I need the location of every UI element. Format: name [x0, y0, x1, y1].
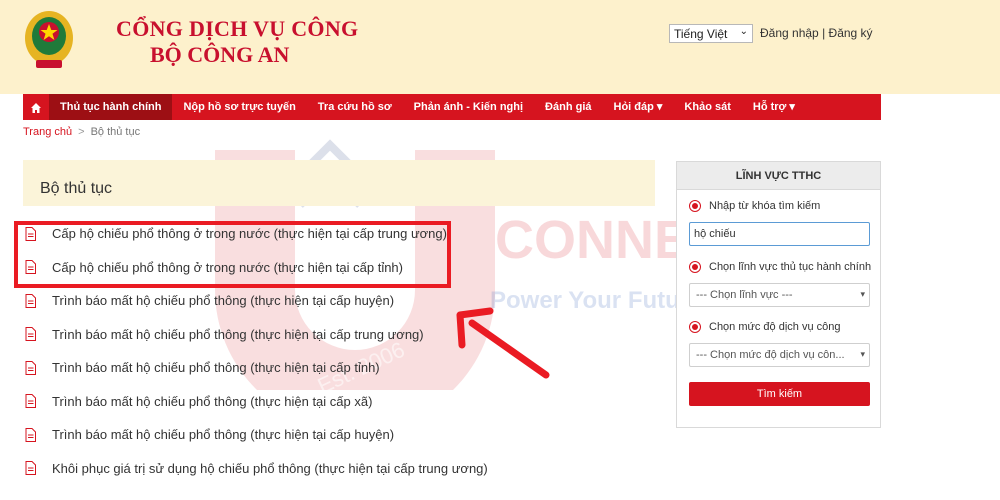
nav-item-khao-sat[interactable]: Khảo sát — [673, 94, 741, 120]
level-select[interactable]: --- Chọn mức độ dịch vụ côn... ▾ — [689, 343, 870, 367]
site-title-line1: CỔNG DỊCH VỤ CÔNG — [116, 16, 359, 41]
nav-item-ho-tro[interactable]: Hỗ trợ ▾ — [742, 94, 806, 120]
nav-item-tra-cuu[interactable]: Tra cứu hồ sơ — [307, 94, 403, 120]
document-icon — [25, 427, 36, 442]
document-icon — [25, 394, 36, 409]
nav-item-hoi-dap[interactable]: Hỏi đáp ▾ — [603, 94, 674, 120]
field-select[interactable]: --- Chọn lĩnh vực --- ▾ — [689, 283, 870, 307]
keyword-radio-row[interactable]: Nhập từ khóa tìm kiếm — [689, 200, 820, 212]
nav-item-nop-ho-so[interactable]: Nộp hồ sơ trực tuyến — [172, 94, 306, 120]
chevron-down-icon: ▾ — [860, 349, 865, 359]
nav-item-danh-gia[interactable]: Đánh giá — [534, 94, 602, 120]
highlight-box — [14, 221, 451, 288]
field-label: Chọn lĩnh vực thủ tục hành chính — [709, 261, 872, 273]
breadcrumb-home[interactable]: Trang chủ — [23, 126, 72, 138]
home-icon — [31, 102, 41, 113]
procedure-title[interactable]: Trình báo mất hộ chiếu phổ thông (thực h… — [52, 360, 380, 375]
search-sidebar: LĨNH VỰC TTHC Nhập từ khóa tìm kiếm Chọn… — [676, 161, 881, 428]
document-icon — [25, 293, 36, 308]
field-select-value: --- Chọn lĩnh vực --- — [696, 289, 793, 301]
radio-keyword[interactable] — [689, 200, 701, 212]
field-radio-row[interactable]: Chọn lĩnh vực thủ tục hành chính — [689, 261, 871, 273]
search-button[interactable]: Tìm kiếm — [689, 382, 870, 406]
language-value: Tiếng Việt — [674, 27, 728, 41]
level-select-value: --- Chọn mức độ dịch vụ côn... — [696, 349, 845, 361]
register-link[interactable]: Đăng ký — [829, 26, 873, 40]
auth-links: Đăng nhập | Đăng ký — [760, 26, 873, 40]
annotation-arrow-icon — [456, 307, 550, 379]
site-title-line2: BỘ CÔNG AN — [150, 42, 290, 67]
sidebar-title: LĨNH VỰC TTHC — [677, 162, 880, 190]
auth-separator: | — [822, 26, 826, 40]
chevron-down-icon: ▾ — [860, 289, 865, 299]
procedure-title[interactable]: Trình báo mất hộ chiếu phổ thông (thực h… — [52, 293, 394, 308]
chevron-down-icon: ⌄ — [739, 26, 748, 37]
nav-home[interactable] — [23, 94, 49, 120]
keyword-input[interactable] — [689, 222, 870, 246]
procedure-title[interactable]: Trình báo mất hộ chiếu phổ thông (thực h… — [52, 327, 424, 342]
level-radio-row[interactable]: Chọn mức độ dịch vụ công — [689, 321, 841, 333]
document-icon — [25, 461, 36, 476]
page-title: Bộ thủ tục — [40, 180, 113, 197]
procedure-title[interactable]: Khôi phục giá trị sử dụng hộ chiếu phổ t… — [52, 461, 488, 476]
procedure-title[interactable]: Trình báo mất hộ chiếu phổ thông (thực h… — [52, 427, 394, 442]
main-nav: Thủ tục hành chính Nộp hồ sơ trực tuyến … — [23, 94, 881, 120]
procedure-item[interactable]: Trình báo mất hộ chiếu phổ thông (thực h… — [23, 284, 663, 318]
site-header: CỔNG DỊCH VỤ CÔNG BỘ CÔNG AN Tiếng Việt … — [0, 0, 1000, 94]
breadcrumb-current: Bộ thủ tục — [90, 126, 141, 138]
procedure-item[interactable]: Trình báo mất hộ chiếu phổ thông (thực h… — [23, 385, 663, 419]
radio-level[interactable] — [689, 321, 701, 333]
keyword-label: Nhập từ khóa tìm kiếm — [709, 200, 821, 212]
nav-item-phan-anh[interactable]: Phản ánh - Kiến nghị — [403, 94, 534, 120]
procedure-item[interactable]: Khôi phục giá trị sử dụng hộ chiếu phổ t… — [23, 452, 663, 486]
breadcrumb-separator: > — [78, 126, 85, 138]
nav-item-thu-tuc[interactable]: Thủ tục hành chính — [49, 94, 173, 120]
document-icon — [25, 360, 36, 375]
language-select[interactable]: Tiếng Việt ⌄ — [669, 24, 753, 43]
procedure-item[interactable]: Trình báo mất hộ chiếu phổ thông (thực h… — [23, 418, 663, 452]
procedure-title[interactable]: Trình báo mất hộ chiếu phổ thông (thực h… — [52, 394, 372, 409]
document-icon — [25, 327, 36, 342]
login-link[interactable]: Đăng nhập — [760, 26, 819, 40]
panel-title-bar — [23, 160, 655, 206]
procedure-item[interactable]: Trình báo mất hộ chiếu phổ thông (thực h… — [23, 318, 663, 352]
level-label: Chọn mức độ dịch vụ công — [709, 321, 841, 333]
police-emblem-logo[interactable] — [24, 8, 74, 74]
breadcrumb: Trang chủ > Bộ thủ tục — [23, 126, 140, 138]
radio-field[interactable] — [689, 261, 701, 273]
procedure-item[interactable]: Trình báo mất hộ chiếu phổ thông (thực h… — [23, 351, 663, 385]
